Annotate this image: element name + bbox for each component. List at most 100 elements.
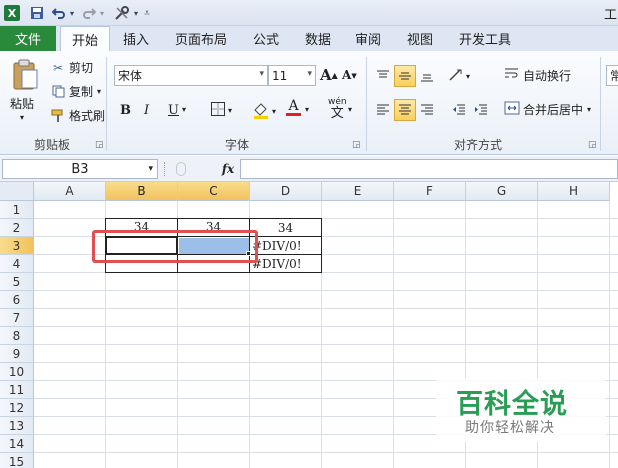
excel-app-icon[interactable]: X: [4, 5, 20, 21]
merge-center-button[interactable]: 合并后居中 ▾: [504, 101, 591, 118]
font-color-label: A: [288, 98, 299, 114]
row-header-11[interactable]: 11: [0, 381, 34, 399]
column-header-c[interactable]: C: [178, 182, 250, 201]
cell-d3[interactable]: #DIV/0!: [252, 237, 321, 255]
tab-file[interactable]: 文件: [0, 26, 56, 51]
cell-d2[interactable]: 34: [250, 219, 321, 237]
column-header-h[interactable]: H: [538, 182, 610, 201]
align-bottom-button[interactable]: [416, 65, 438, 87]
tab-data[interactable]: 数据: [296, 26, 340, 51]
fill-color-button[interactable]: ▾: [252, 101, 276, 122]
column-header-b[interactable]: B: [106, 182, 178, 201]
align-top-button[interactable]: [372, 65, 394, 87]
tools-icon[interactable]: [112, 4, 132, 22]
column-header-e[interactable]: E: [322, 182, 394, 201]
increase-indent-button[interactable]: [470, 99, 492, 121]
clipboard-launcher-icon[interactable]: ◲: [95, 140, 104, 150]
row-header-1[interactable]: 1: [0, 201, 34, 219]
align-center-button[interactable]: [394, 99, 416, 121]
undo-icon[interactable]: [50, 4, 68, 22]
font-color-swatch: [286, 113, 301, 116]
column-header-f[interactable]: F: [394, 182, 466, 201]
shrink-font-button[interactable]: A ▼: [342, 68, 357, 82]
gridline: [34, 344, 618, 345]
column-header-a[interactable]: A: [34, 182, 106, 201]
row-header-12[interactable]: 12: [0, 399, 34, 417]
tab-developer[interactable]: 开发工具: [452, 26, 518, 51]
merge-dropdown-icon[interactable]: ▾: [587, 105, 591, 114]
wrap-text-button[interactable]: 自动换行: [504, 67, 571, 84]
font-launcher-icon[interactable]: ◲: [352, 140, 361, 150]
cut-label: 剪切: [69, 61, 94, 75]
phonetic-dropdown-icon[interactable]: ▾: [348, 105, 352, 114]
column-header-g[interactable]: G: [466, 182, 538, 201]
paste-button[interactable]: 粘贴: [10, 95, 34, 112]
cell-d4[interactable]: #DIV/0!: [252, 255, 321, 273]
row-header-9[interactable]: 9: [0, 345, 34, 363]
tab-view[interactable]: 视图: [398, 26, 442, 51]
fill-color-dropdown-icon[interactable]: ▾: [272, 107, 276, 116]
grow-font-button[interactable]: A ▲: [320, 66, 338, 84]
font-name-value: 宋体: [118, 69, 143, 83]
format-painter-button[interactable]: 格式刷: [50, 107, 105, 124]
borders-dropdown-icon[interactable]: ▾: [228, 106, 232, 115]
undo-dropdown-icon[interactable]: ▾: [68, 4, 76, 22]
ribbon-tabs: 文件 开始 插入 页面布局 公式 数据 审阅 视图 开发工具: [0, 26, 618, 51]
redo-icon[interactable]: [80, 4, 98, 22]
row-header-15[interactable]: 15: [0, 453, 34, 468]
copy-dropdown-icon[interactable]: ▾: [97, 87, 101, 96]
tab-page-layout[interactable]: 页面布局: [168, 26, 234, 51]
bold-button[interactable]: B: [120, 103, 131, 118]
borders-button[interactable]: ▾: [210, 101, 232, 120]
font-color-button[interactable]: A: [286, 99, 301, 116]
copy-button[interactable]: 复制 ▾: [50, 83, 101, 100]
align-left-button[interactable]: [372, 99, 394, 121]
underline-button[interactable]: U: [168, 103, 179, 118]
row-header-6[interactable]: 6: [0, 291, 34, 309]
row-header-14[interactable]: 14: [0, 435, 34, 453]
tab-home[interactable]: 开始: [60, 26, 110, 51]
save-icon[interactable]: [28, 4, 46, 22]
font-color-dropdown-icon[interactable]: ▾: [305, 105, 309, 114]
number-format-select[interactable]: 常: [606, 65, 618, 86]
row-header-3[interactable]: 3: [0, 237, 34, 255]
row-header-7[interactable]: 7: [0, 309, 34, 327]
row-header-8[interactable]: 8: [0, 327, 34, 345]
alignment-launcher-icon[interactable]: ◲: [588, 140, 597, 150]
row-header-4[interactable]: 4: [0, 255, 34, 273]
gridline: [609, 201, 610, 468]
row-header-2[interactable]: 2: [0, 219, 34, 237]
format-painter-label: 格式刷: [69, 109, 106, 123]
decrease-indent-icon: [453, 104, 465, 115]
tools-dropdown-icon[interactable]: ▾: [132, 4, 140, 22]
phonetic-glyph: 文: [330, 106, 344, 121]
formula-bar-splitter[interactable]: [164, 162, 172, 176]
paste-dropdown-icon[interactable]: ▾: [20, 113, 24, 122]
phonetic-button[interactable]: wén 文: [328, 97, 347, 121]
customize-quick-access-icon[interactable]: ⩡: [142, 4, 152, 22]
cut-button[interactable]: ✂ 剪切: [50, 59, 93, 76]
column-header-d[interactable]: D: [250, 182, 322, 201]
insert-function-icon[interactable]: fx: [218, 159, 238, 179]
select-all-corner[interactable]: [0, 182, 34, 201]
name-box[interactable]: B3 ▾: [2, 159, 158, 179]
orientation-button[interactable]: ▾: [448, 67, 470, 86]
row-header-5[interactable]: 5: [0, 273, 34, 291]
redo-dropdown-icon[interactable]: ▾: [98, 4, 106, 22]
align-right-button[interactable]: [416, 99, 438, 121]
formula-bar-handle-icon[interactable]: [176, 162, 186, 176]
tab-review[interactable]: 审阅: [346, 26, 390, 51]
align-middle-button[interactable]: [394, 65, 416, 87]
row-header-13[interactable]: 13: [0, 417, 34, 435]
tab-insert[interactable]: 插入: [114, 26, 158, 51]
italic-button[interactable]: I: [144, 103, 149, 118]
decrease-indent-button[interactable]: [448, 99, 470, 121]
row-header-10[interactable]: 10: [0, 363, 34, 381]
font-name-select[interactable]: 宋体 ▾: [114, 65, 268, 86]
font-size-select[interactable]: 11 ▾: [268, 65, 316, 86]
orientation-dropdown-icon[interactable]: ▾: [466, 72, 470, 81]
paste-icon[interactable]: [8, 55, 42, 95]
formula-input[interactable]: [240, 159, 618, 179]
underline-dropdown-icon[interactable]: ▾: [182, 105, 186, 114]
tab-formulas[interactable]: 公式: [244, 26, 288, 51]
